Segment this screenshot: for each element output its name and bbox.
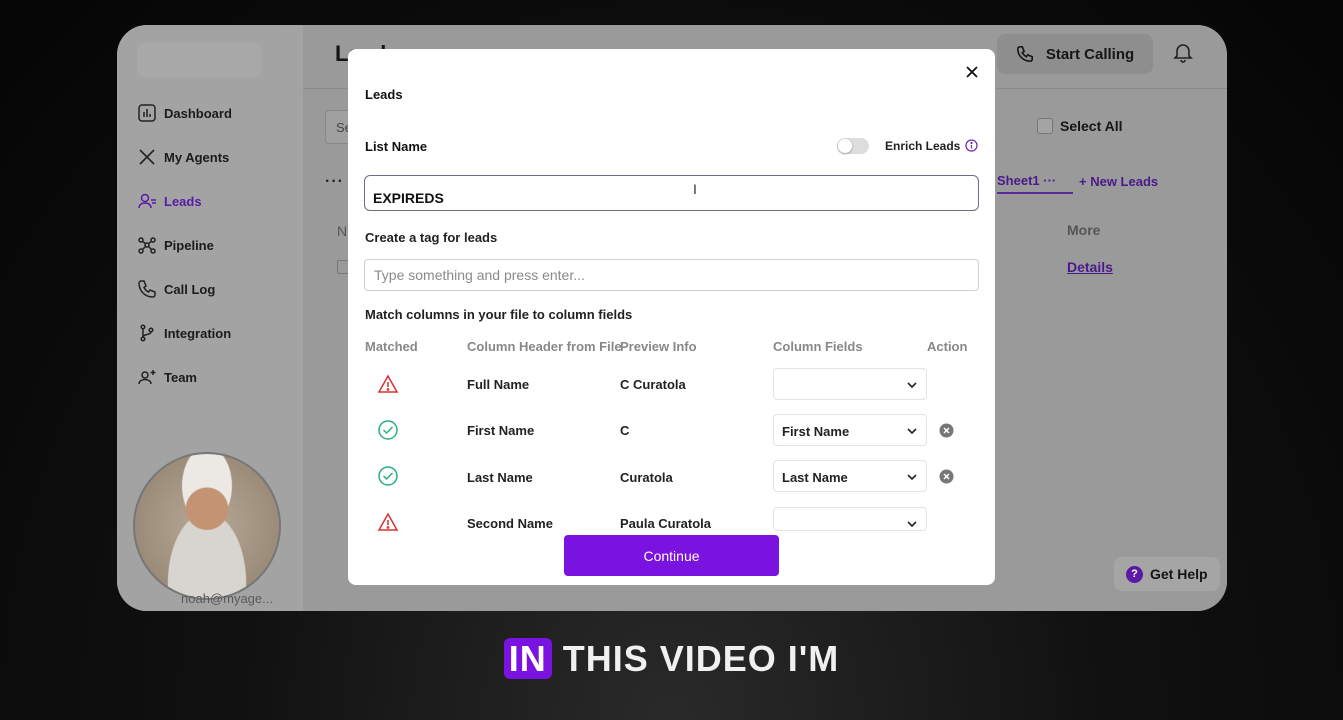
header-matched: Matched [365, 339, 418, 354]
sidebar: Dashboard My Agents Leads Pipeline Call … [117, 25, 303, 611]
tag-input[interactable] [364, 259, 979, 291]
sidebar-item-call-log[interactable]: Call Log [137, 277, 215, 301]
close-icon[interactable] [964, 64, 980, 80]
sidebar-item-pipeline[interactable]: Pipeline [137, 233, 214, 257]
sidebar-item-label: My Agents [164, 149, 230, 165]
check-circle-icon [378, 466, 398, 486]
help-icon: ? [1126, 565, 1143, 583]
chevron-down-icon [907, 474, 917, 481]
header-preview: Preview Info [620, 339, 697, 354]
tab-sheet1[interactable]: Sheet1 ··· [997, 173, 1073, 194]
video-caption: IN THIS VIDEO I'M [0, 638, 1343, 680]
text-cursor-icon: I [693, 181, 697, 197]
list-name-label: List Name [365, 139, 428, 154]
column-field-select[interactable]: First Name [773, 414, 927, 446]
dashboard-icon [138, 104, 156, 122]
preview-cell: Paula Curatola [620, 516, 712, 531]
modal-title: Leads [365, 87, 403, 102]
logo [137, 43, 262, 77]
column-header-cell: Last Name [467, 470, 533, 485]
caption-highlight: IN [503, 638, 552, 679]
leads-import-modal: Leads List Name Enrich Leads I Create a … [348, 49, 995, 585]
chevron-down-icon [907, 382, 917, 389]
sidebar-item-integration[interactable]: Integration [137, 321, 231, 345]
select-value: Last Name [782, 470, 848, 485]
sidebar-item-leads[interactable]: Leads [137, 189, 202, 213]
bell-icon[interactable] [1172, 41, 1194, 63]
remove-icon[interactable] [939, 423, 954, 438]
more-column-header: More [1067, 222, 1101, 238]
select-all-checkbox[interactable]: Select All [1037, 118, 1123, 134]
get-help-button[interactable]: ? Get Help [1114, 557, 1220, 591]
sidebar-item-label: Pipeline [164, 237, 214, 253]
caption-text: THIS VIDEO I'M [562, 638, 840, 679]
header-column-header: Column Header from File [467, 339, 622, 354]
warning-icon [377, 512, 399, 531]
sidebar-item-label: Call Log [164, 281, 216, 297]
get-help-label: Get Help [1150, 566, 1208, 582]
column-header: N [337, 223, 348, 239]
sidebar-item-label: Integration [164, 325, 232, 341]
agents-icon [139, 149, 155, 165]
new-leads-label: New Leads [1090, 174, 1159, 189]
preview-cell: C Curatola [620, 377, 686, 392]
enrich-leads-toggle[interactable] [837, 138, 869, 154]
column-field-select[interactable]: Last Name [773, 460, 927, 492]
avatar [133, 452, 281, 600]
chevron-down-icon [907, 428, 917, 435]
chevron-down-icon [907, 521, 917, 528]
toggle-knob [838, 139, 852, 153]
tab-options-icon[interactable]: ··· [1043, 173, 1056, 188]
column-header-cell: Second Name [467, 516, 553, 531]
new-leads-button[interactable]: + New Leads [1079, 174, 1158, 189]
column-field-select[interactable] [773, 507, 927, 531]
column-field-select[interactable] [773, 368, 927, 400]
details-link[interactable]: Details [1067, 259, 1113, 275]
select-value: First Name [782, 424, 850, 439]
integration-icon [140, 324, 154, 342]
more-options-icon[interactable]: ··· [325, 173, 344, 191]
sidebar-item-team[interactable]: Team [137, 365, 197, 389]
sidebar-item-my-agents[interactable]: My Agents [137, 145, 229, 169]
tab-label: Sheet1 [997, 173, 1040, 188]
continue-button[interactable]: Continue [564, 535, 779, 576]
tag-label: Create a tag for leads [365, 230, 498, 245]
sidebar-item-label: Leads [164, 193, 202, 209]
start-calling-button[interactable]: Start Calling [997, 34, 1153, 74]
match-columns-label: Match columns in your file to column fie… [365, 307, 633, 322]
user-email: noah@myage... [181, 591, 273, 606]
remove-icon[interactable] [939, 469, 954, 484]
enrich-leads-label: Enrich Leads [885, 139, 961, 153]
check-circle-icon [378, 420, 398, 440]
info-icon[interactable] [965, 139, 978, 152]
leads-icon [138, 193, 156, 209]
preview-cell: C [620, 423, 630, 438]
list-name-input[interactable] [364, 175, 979, 211]
column-header-cell: First Name [467, 423, 535, 438]
phone-icon [138, 280, 156, 298]
sidebar-item-label: Dashboard [164, 105, 232, 121]
sidebar-item-label: Team [164, 369, 197, 385]
checkbox[interactable] [1037, 118, 1053, 134]
header-fields: Column Fields [773, 339, 863, 354]
pipeline-icon [138, 237, 156, 254]
phone-icon [1016, 45, 1033, 63]
start-calling-label: Start Calling [1045, 45, 1135, 63]
select-all-label: Select All [1060, 118, 1123, 134]
team-icon [138, 370, 156, 385]
header-action: Action [927, 339, 968, 354]
warning-icon [377, 374, 399, 393]
column-header-cell: Full Name [467, 377, 530, 392]
preview-cell: Curatola [620, 470, 673, 485]
sidebar-item-dashboard[interactable]: Dashboard [137, 101, 232, 125]
